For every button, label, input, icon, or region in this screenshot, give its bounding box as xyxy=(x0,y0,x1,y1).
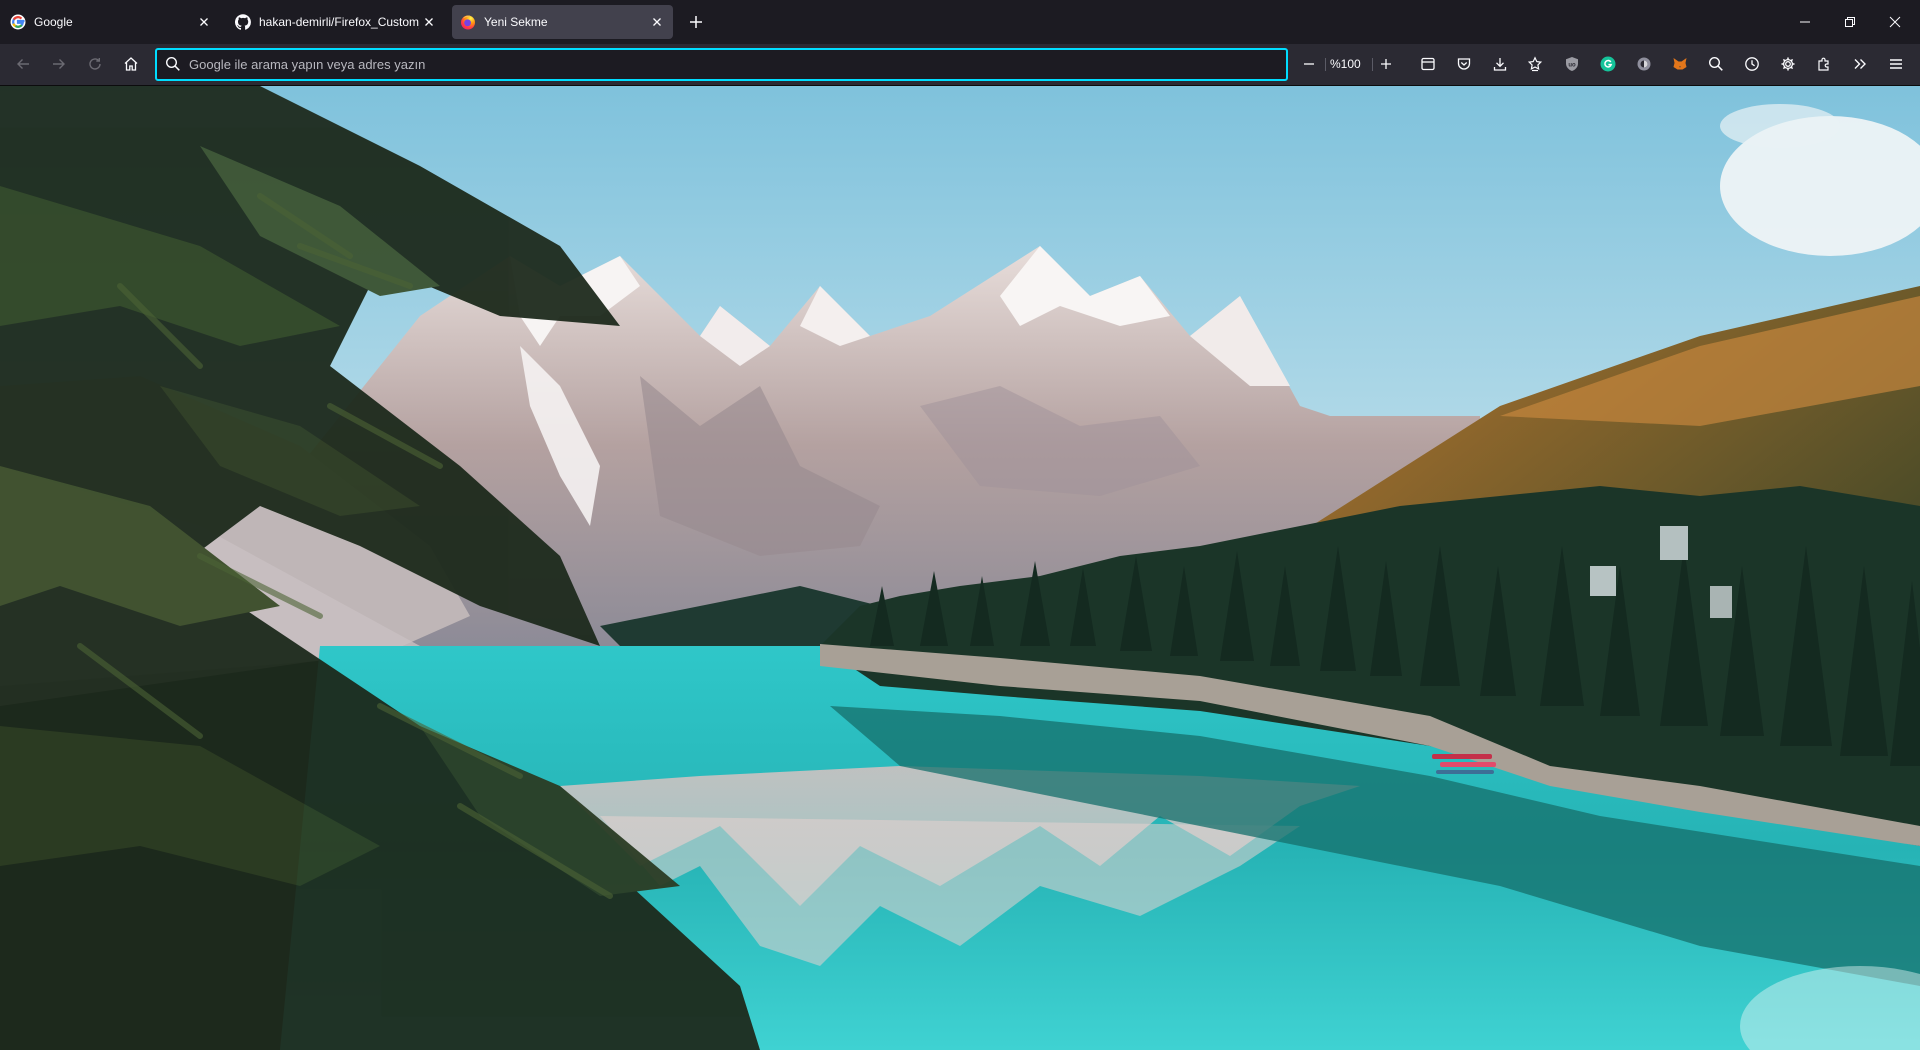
reload-button[interactable] xyxy=(83,52,107,76)
puzzle-piece-icon xyxy=(1818,57,1829,71)
tab-title: Google xyxy=(34,15,73,29)
tab-title: hakan-demirli/Firefox_Custom_ xyxy=(259,15,419,29)
zoom-divider xyxy=(1325,58,1326,71)
extension-circle-icon xyxy=(1637,57,1651,71)
home-button[interactable] xyxy=(119,52,143,76)
tab-google[interactable]: Google xyxy=(2,5,220,39)
download-icon xyxy=(1493,58,1507,71)
extensions-button[interactable] xyxy=(1812,52,1836,76)
url-input[interactable] xyxy=(189,50,1269,79)
search-icon xyxy=(1708,56,1723,71)
settings-button[interactable] xyxy=(1776,52,1800,76)
pocket-icon xyxy=(1457,58,1471,70)
metamask-extension-button[interactable] xyxy=(1668,52,1692,76)
zoom-out-button[interactable] xyxy=(1297,52,1321,76)
google-icon xyxy=(10,14,26,30)
close-tab-icon[interactable] xyxy=(421,14,437,30)
history-button[interactable] xyxy=(1740,52,1764,76)
close-tab-icon[interactable] xyxy=(196,14,212,30)
tab-strip: Google hakan-demirli/Firefox_Custom_ Yen… xyxy=(0,0,1920,44)
minus-icon xyxy=(1304,63,1314,65)
grammarly-extension-button[interactable] xyxy=(1596,52,1620,76)
sidebar-button[interactable] xyxy=(1416,52,1440,76)
double-chevron-right-icon xyxy=(1854,59,1866,69)
bookmarks-button[interactable] xyxy=(1523,52,1547,76)
plus-icon xyxy=(1381,59,1391,69)
tab-github[interactable]: hakan-demirli/Firefox_Custom_ xyxy=(227,5,445,39)
bookmark-star-icon xyxy=(1527,56,1543,72)
restore-icon[interactable] xyxy=(1838,10,1862,34)
navigation-toolbar: %100 uo xyxy=(0,44,1920,86)
sidebar-icon xyxy=(1421,57,1435,71)
pocket-button[interactable] xyxy=(1452,52,1476,76)
zoom-divider xyxy=(1372,58,1373,71)
new-tab-plus-icon[interactable] xyxy=(684,10,708,34)
back-arrow-icon xyxy=(17,59,29,69)
zoom-reset-button[interactable]: %100 xyxy=(1330,57,1361,71)
address-bar[interactable] xyxy=(155,48,1288,81)
grammarly-icon xyxy=(1600,56,1616,72)
mountain-lake-wallpaper xyxy=(0,86,1920,1050)
tab-new-tab-active[interactable]: Yeni Sekme xyxy=(452,5,673,39)
metamask-fox-icon xyxy=(1673,58,1687,70)
hamburger-menu-icon xyxy=(1890,59,1902,69)
new-tab-page-background xyxy=(0,86,1920,1050)
ublock-extension-button[interactable]: uo xyxy=(1560,52,1584,76)
gear-icon xyxy=(1781,57,1795,71)
svg-text:uo: uo xyxy=(1568,63,1576,69)
search-icon xyxy=(165,56,180,71)
github-icon xyxy=(235,14,251,30)
firefox-icon xyxy=(461,15,475,30)
close-tab-icon[interactable] xyxy=(649,14,665,30)
minimize-icon[interactable] xyxy=(1793,10,1817,34)
tab-title: Yeni Sekme xyxy=(484,15,548,29)
back-button[interactable] xyxy=(11,52,35,76)
clock-icon xyxy=(1745,57,1759,71)
app-menu-button[interactable] xyxy=(1884,52,1908,76)
forward-arrow-icon xyxy=(53,59,65,69)
downloads-button[interactable] xyxy=(1488,52,1512,76)
search-toolbar-button[interactable] xyxy=(1704,52,1728,76)
darkreader-extension-button[interactable] xyxy=(1632,52,1656,76)
forward-button[interactable] xyxy=(47,52,71,76)
overflow-menu-button[interactable] xyxy=(1848,52,1872,76)
ublock-shield-icon: uo xyxy=(1566,57,1578,71)
home-icon xyxy=(124,57,138,71)
close-window-icon[interactable] xyxy=(1883,10,1907,34)
zoom-in-button[interactable] xyxy=(1374,52,1398,76)
reload-icon xyxy=(89,58,101,70)
